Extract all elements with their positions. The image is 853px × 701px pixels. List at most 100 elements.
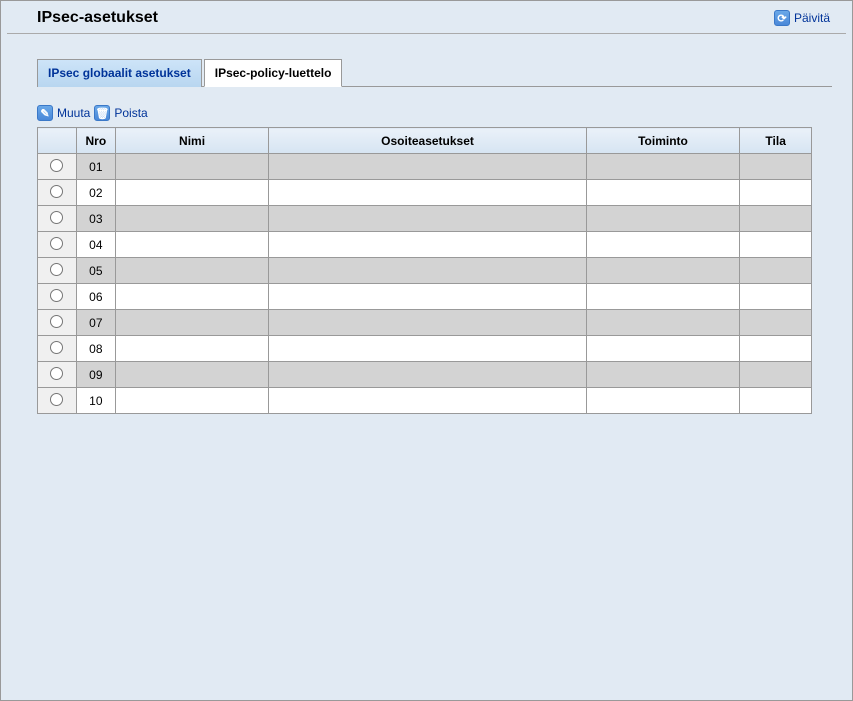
cell-nimi <box>115 206 269 232</box>
cell-nimi <box>115 310 269 336</box>
cell-osoite <box>269 310 586 336</box>
tab-global-settings[interactable]: IPsec globaalit asetukset <box>37 59 202 87</box>
cell-nimi <box>115 336 269 362</box>
table-row: 07 <box>38 310 812 336</box>
row-select-radio[interactable] <box>50 237 63 250</box>
cell-nro: 08 <box>76 336 115 362</box>
header-osoite: Osoiteasetukset <box>269 128 586 154</box>
row-select-cell <box>38 310 77 336</box>
edit-label: Muuta <box>57 106 90 120</box>
cell-nro: 02 <box>76 180 115 206</box>
cell-tila <box>740 206 812 232</box>
row-select-cell <box>38 336 77 362</box>
cell-toiminto <box>586 362 740 388</box>
refresh-button[interactable]: ⟳ Päivitä <box>774 10 830 26</box>
tab-policy-list[interactable]: IPsec-policy-luettelo <box>204 59 343 87</box>
delete-button[interactable]: 🗑 Poista <box>94 105 147 121</box>
policy-table: Nro Nimi Osoiteasetukset Toiminto Tila 0… <box>37 127 812 414</box>
edit-button[interactable]: ✎ Muuta <box>37 105 90 121</box>
cell-nro: 07 <box>76 310 115 336</box>
cell-toiminto <box>586 284 740 310</box>
cell-toiminto <box>586 180 740 206</box>
cell-toiminto <box>586 258 740 284</box>
cell-nimi <box>115 258 269 284</box>
cell-osoite <box>269 154 586 180</box>
tab-bar: IPsec globaalit asetukset IPsec-policy-l… <box>37 58 832 87</box>
row-select-cell <box>38 362 77 388</box>
cell-tila <box>740 258 812 284</box>
cell-osoite <box>269 284 586 310</box>
cell-nimi <box>115 388 269 414</box>
cell-osoite <box>269 232 586 258</box>
table-header-row: Nro Nimi Osoiteasetukset Toiminto Tila <box>38 128 812 154</box>
table-row: 10 <box>38 388 812 414</box>
cell-osoite <box>269 336 586 362</box>
cell-tila <box>740 336 812 362</box>
table-row: 06 <box>38 284 812 310</box>
cell-nro: 01 <box>76 154 115 180</box>
table-row: 09 <box>38 362 812 388</box>
cell-osoite <box>269 258 586 284</box>
content-area: IPsec globaalit asetukset IPsec-policy-l… <box>1 34 852 414</box>
cell-nro: 05 <box>76 258 115 284</box>
table-row: 02 <box>38 180 812 206</box>
table-row: 05 <box>38 258 812 284</box>
cell-toiminto <box>586 310 740 336</box>
cell-toiminto <box>586 232 740 258</box>
delete-label: Poista <box>114 106 147 120</box>
cell-tila <box>740 180 812 206</box>
row-select-radio[interactable] <box>50 211 63 224</box>
header-nimi: Nimi <box>115 128 269 154</box>
header-nro: Nro <box>76 128 115 154</box>
cell-nimi <box>115 180 269 206</box>
refresh-icon: ⟳ <box>774 10 790 26</box>
header-bar: IPsec-asetukset ⟳ Päivitä <box>7 1 846 34</box>
row-select-radio[interactable] <box>50 263 63 276</box>
row-select-radio[interactable] <box>50 341 63 354</box>
edit-icon: ✎ <box>37 105 53 121</box>
header-select <box>38 128 77 154</box>
cell-toiminto <box>586 206 740 232</box>
row-select-radio[interactable] <box>50 159 63 172</box>
cell-tila <box>740 362 812 388</box>
table-row: 04 <box>38 232 812 258</box>
cell-osoite <box>269 206 586 232</box>
cell-nimi <box>115 284 269 310</box>
cell-toiminto <box>586 388 740 414</box>
row-select-cell <box>38 180 77 206</box>
table-row: 08 <box>38 336 812 362</box>
row-select-radio[interactable] <box>50 289 63 302</box>
cell-tila <box>740 310 812 336</box>
cell-nro: 10 <box>76 388 115 414</box>
table-row: 03 <box>38 206 812 232</box>
row-select-radio[interactable] <box>50 393 63 406</box>
row-select-cell <box>38 258 77 284</box>
cell-nro: 09 <box>76 362 115 388</box>
cell-tila <box>740 232 812 258</box>
row-select-cell <box>38 206 77 232</box>
cell-tila <box>740 284 812 310</box>
cell-nimi <box>115 362 269 388</box>
delete-icon: 🗑 <box>94 105 110 121</box>
header-toiminto: Toiminto <box>586 128 740 154</box>
cell-osoite <box>269 180 586 206</box>
row-select-radio[interactable] <box>50 315 63 328</box>
toolbar: ✎ Muuta 🗑 Poista <box>37 105 832 121</box>
row-select-radio[interactable] <box>50 367 63 380</box>
page-container: IPsec-asetukset ⟳ Päivitä IPsec globaali… <box>0 0 853 701</box>
row-select-cell <box>38 284 77 310</box>
header-tila: Tila <box>740 128 812 154</box>
row-select-cell <box>38 154 77 180</box>
cell-osoite <box>269 388 586 414</box>
refresh-label: Päivitä <box>794 11 830 25</box>
row-select-cell <box>38 388 77 414</box>
cell-nro: 06 <box>76 284 115 310</box>
row-select-radio[interactable] <box>50 185 63 198</box>
cell-tila <box>740 388 812 414</box>
cell-nimi <box>115 154 269 180</box>
cell-nro: 03 <box>76 206 115 232</box>
cell-toiminto <box>586 336 740 362</box>
page-title: IPsec-asetukset <box>37 9 158 27</box>
cell-osoite <box>269 362 586 388</box>
cell-toiminto <box>586 154 740 180</box>
